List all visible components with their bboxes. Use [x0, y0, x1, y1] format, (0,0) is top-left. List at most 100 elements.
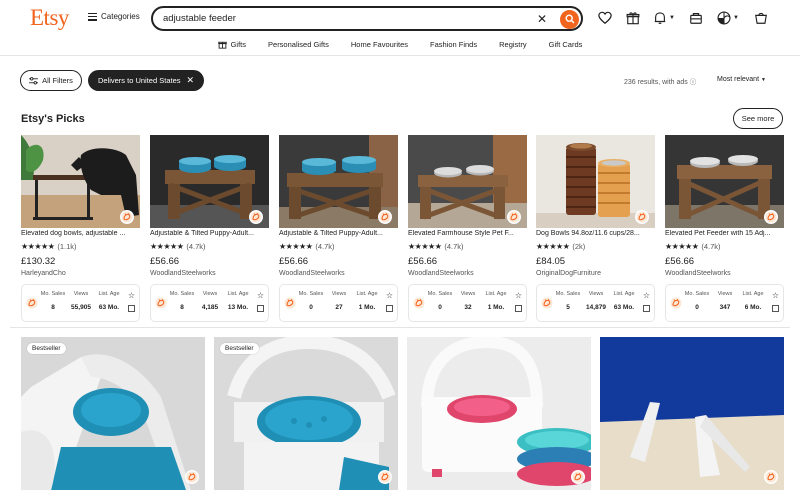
subnav-item-fashion[interactable]: Fashion Finds	[419, 36, 488, 52]
listing-card[interactable]: Bestseller	[21, 337, 205, 490]
product-title[interactable]: Adjustable & Tilted Puppy-Adult...	[279, 230, 398, 237]
listing-card[interactable]: Bestseller	[214, 337, 398, 490]
results-count: 236 results, with ads ⓘ	[624, 79, 697, 86]
star-outline-icon[interactable]: ☆	[515, 291, 522, 300]
product-image[interactable]	[21, 135, 140, 228]
product-card[interactable]: Adjustable & Tilted Puppy-Adult... ★★★★★…	[150, 135, 269, 325]
bee-icon[interactable]	[120, 210, 134, 224]
subnav-item-registry[interactable]: Registry	[488, 36, 538, 52]
stat-sales: Mo. Sales 8	[40, 291, 66, 311]
product-title[interactable]: Elevated Pet Feeder with 15 Adj...	[665, 230, 784, 237]
product-title[interactable]: Adjustable & Tilted Puppy-Adult...	[150, 230, 269, 237]
notifications-button[interactable]: ▼	[653, 10, 675, 25]
bee-icon	[541, 296, 553, 309]
star-outline-icon[interactable]: ☆	[772, 291, 779, 300]
categories-label: Categories	[101, 12, 140, 21]
bee-icon[interactable]	[378, 210, 392, 224]
clear-icon[interactable]: ✕	[537, 12, 547, 26]
account-button[interactable]: ▼	[716, 10, 740, 25]
bee-icon[interactable]	[635, 210, 649, 224]
bee-icon	[155, 296, 167, 309]
cart-icon[interactable]	[753, 10, 768, 25]
all-filters-button[interactable]: All Filters	[20, 70, 82, 91]
bee-icon[interactable]	[764, 470, 778, 484]
gift-icon[interactable]	[625, 10, 640, 25]
star-rating-icon: ★★★★★	[536, 242, 570, 251]
stat-age: List. Age 13 Mo.	[227, 291, 249, 311]
seller-name[interactable]: HarleyandCho	[21, 270, 66, 277]
product-price: £130.32	[21, 256, 56, 267]
product-price: £56.66	[150, 256, 180, 267]
bee-icon[interactable]	[185, 470, 199, 484]
product-image[interactable]	[665, 135, 784, 228]
see-more-button[interactable]: See more	[733, 108, 783, 129]
grid-icon[interactable]	[128, 305, 135, 312]
product-stats: Mo. Sales 8 Views 55,905 List. Age 63 Mo. ☆	[21, 284, 140, 322]
product-price: £56.66	[408, 256, 438, 267]
star-outline-icon[interactable]: ☆	[128, 291, 135, 300]
deliver-filter-chip[interactable]: Delivers to United States ✕	[88, 70, 204, 91]
product-card[interactable]: Elevated Farmhouse Style Pet F... ★★★★★ …	[408, 135, 527, 325]
product-rating: ★★★★★ (1.1k)	[21, 242, 77, 251]
product-price: £84.05	[536, 256, 566, 267]
product-card[interactable]: Elevated dog bowls, adjustable ... ★★★★★…	[21, 135, 140, 325]
subnav-item-gift-cards[interactable]: Gift Cards	[538, 36, 594, 52]
seller-name[interactable]: WoodlandSteelworks	[665, 270, 731, 277]
info-icon[interactable]: ⓘ	[690, 79, 697, 86]
subnav: Gifts Personalised Gifts Home Favourites…	[0, 36, 800, 56]
bee-icon[interactable]	[249, 210, 263, 224]
search-button[interactable]	[560, 9, 579, 29]
review-count: (4.7k)	[186, 242, 206, 251]
product-title[interactable]: Elevated dog bowls, adjustable ...	[21, 230, 140, 237]
chevron-down-icon: ▼	[733, 14, 739, 21]
registry-icon[interactable]	[688, 10, 703, 25]
product-card[interactable]: Adjustable & Tilted Puppy-Adult... ★★★★★…	[279, 135, 398, 325]
grid-icon[interactable]	[643, 305, 650, 312]
listing-card[interactable]	[600, 337, 784, 490]
review-count: (4.7k)	[315, 242, 335, 251]
product-rating: ★★★★★ (4.7k)	[408, 242, 464, 251]
seller-name[interactable]: OriginalDogFurniture	[536, 270, 601, 277]
product-title[interactable]: Dog Bowls 94.8oz/11.6 cups/28...	[536, 230, 655, 237]
heart-icon[interactable]	[597, 10, 612, 25]
grid-icon[interactable]	[515, 305, 522, 312]
subnav-item-gifts[interactable]: Gifts	[207, 36, 257, 52]
bee-icon[interactable]	[764, 210, 778, 224]
sort-dropdown[interactable]: Most relevant ▼	[717, 76, 766, 83]
etsy-logo[interactable]: Etsy	[30, 5, 69, 31]
product-image[interactable]	[150, 135, 269, 228]
review-count: (1.1k)	[57, 242, 77, 251]
bee-icon	[284, 296, 296, 309]
product-card[interactable]: Dog Bowls 94.8oz/11.6 cups/28... ★★★★★ (…	[536, 135, 655, 325]
subnav-item-home[interactable]: Home Favourites	[340, 36, 419, 52]
subnav-item-personalised[interactable]: Personalised Gifts	[257, 36, 340, 52]
grid-icon[interactable]	[386, 305, 393, 312]
star-outline-icon[interactable]: ☆	[643, 291, 650, 300]
search-input[interactable]	[163, 13, 523, 24]
star-outline-icon[interactable]: ☆	[386, 291, 393, 300]
divider	[10, 327, 790, 328]
bee-icon[interactable]	[571, 470, 585, 484]
product-rating: ★★★★★ (4.7k)	[665, 242, 721, 251]
product-card[interactable]: Elevated Pet Feeder with 15 Adj... ★★★★★…	[665, 135, 784, 325]
product-image[interactable]	[536, 135, 655, 228]
star-rating-icon: ★★★★★	[408, 242, 442, 251]
bestseller-badge: Bestseller	[27, 343, 66, 354]
seller-name[interactable]: WoodlandSteelworks	[150, 270, 216, 277]
grid-icon[interactable]	[257, 305, 264, 312]
seller-name[interactable]: WoodlandSteelworks	[279, 270, 345, 277]
product-image[interactable]	[408, 135, 527, 228]
product-image[interactable]	[279, 135, 398, 228]
star-outline-icon[interactable]: ☆	[257, 291, 264, 300]
grid-icon[interactable]	[772, 305, 779, 312]
stat-views: Views 4,185	[201, 291, 219, 311]
close-icon[interactable]: ✕	[187, 75, 195, 86]
bee-icon[interactable]	[507, 210, 521, 224]
bee-icon	[670, 296, 682, 309]
stat-age: List. Age 63 Mo.	[98, 291, 120, 311]
listing-card[interactable]	[407, 337, 591, 490]
seller-name[interactable]: WoodlandSteelworks	[408, 270, 474, 277]
bee-icon[interactable]	[378, 470, 392, 484]
product-title[interactable]: Elevated Farmhouse Style Pet F...	[408, 230, 527, 237]
categories-button[interactable]: Categories	[88, 12, 140, 21]
